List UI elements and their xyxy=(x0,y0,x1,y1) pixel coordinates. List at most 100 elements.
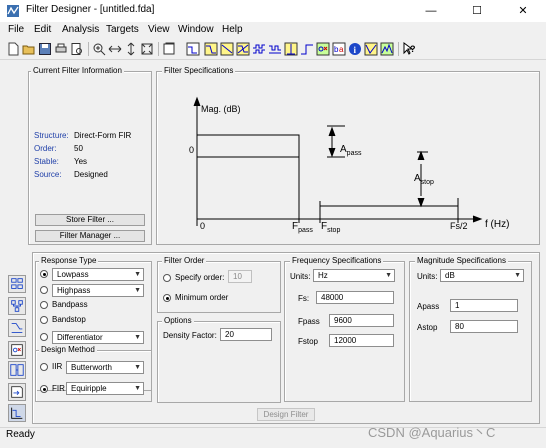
fstop-input[interactable]: 12000 xyxy=(329,334,394,347)
fir-radio[interactable] xyxy=(40,385,48,393)
bandstop-radio[interactable] xyxy=(40,316,48,324)
save-icon[interactable] xyxy=(38,42,52,56)
filter-manager-button[interactable]: Filter Manager ... xyxy=(35,230,145,242)
density-factor-label: Density Factor: xyxy=(163,331,217,340)
zero-db-label: 0 xyxy=(189,145,195,155)
realize-model-icon[interactable] xyxy=(8,319,26,337)
new-figure-icon[interactable] xyxy=(162,42,176,56)
differentiator-select[interactable]: Differentiator ▼ xyxy=(52,331,144,344)
quantize-icon[interactable] xyxy=(8,297,26,315)
phase-response-icon[interactable] xyxy=(220,42,234,56)
open-icon[interactable] xyxy=(22,42,36,56)
full-view-icon[interactable] xyxy=(140,42,154,56)
mag-units-value: dB xyxy=(445,271,455,280)
phase-delay-icon[interactable] xyxy=(268,42,282,56)
highpass-select[interactable]: Highpass ▼ xyxy=(52,284,144,297)
info-icon[interactable]: i xyxy=(348,42,362,56)
density-factor-input[interactable]: 20 xyxy=(220,328,272,341)
multirate-icon[interactable] xyxy=(8,361,26,379)
design-mode-icon[interactable] xyxy=(8,404,26,422)
zoom-in-icon[interactable] xyxy=(92,42,106,56)
new-icon[interactable] xyxy=(6,42,20,56)
astop-input[interactable]: 80 xyxy=(450,320,518,333)
svg-text:?: ? xyxy=(410,44,416,54)
apass-field-label: Apass xyxy=(417,302,440,311)
coefficients-icon[interactable]: ba xyxy=(332,42,346,56)
astop-label-main: A xyxy=(414,173,421,184)
group-delay-icon[interactable] xyxy=(252,42,266,56)
menu-window[interactable]: Window xyxy=(178,24,214,35)
fir-type-value: Equiripple xyxy=(71,384,107,393)
menu-help[interactable]: Help xyxy=(222,24,243,35)
chevron-down-icon: ▼ xyxy=(514,272,521,279)
filter-specs-icon[interactable] xyxy=(186,42,200,56)
differentiator-radio[interactable] xyxy=(40,333,48,341)
mag-units-select[interactable]: dB ▼ xyxy=(440,269,524,282)
menu-edit[interactable]: Edit xyxy=(34,24,51,35)
freq-units-value: Hz xyxy=(318,271,328,280)
order-value: 50 xyxy=(74,144,83,153)
lowpass-select-value: Lowpass xyxy=(57,270,89,279)
minimum-order-radio[interactable] xyxy=(163,294,171,302)
mag-axis-label: Mag. (dB) xyxy=(201,104,241,114)
pole-zero-icon[interactable] xyxy=(316,42,330,56)
noise-power-icon[interactable] xyxy=(380,42,394,56)
zoom-x-icon[interactable] xyxy=(108,42,122,56)
step-response-icon[interactable] xyxy=(300,42,314,56)
source-label: Source: xyxy=(34,170,62,179)
chevron-down-icon: ▼ xyxy=(134,385,141,392)
specify-order-radio[interactable] xyxy=(163,274,171,282)
print-preview-icon[interactable] xyxy=(70,42,84,56)
print-icon[interactable] xyxy=(54,42,68,56)
magnitude-estimate-icon[interactable] xyxy=(364,42,378,56)
fs-input[interactable]: 48000 xyxy=(316,291,394,304)
toolbar-separator xyxy=(88,42,89,56)
apass-input[interactable]: 1 xyxy=(450,299,518,312)
specify-order-label: Specify order: xyxy=(175,273,225,282)
lowpass-radio[interactable] xyxy=(40,270,48,278)
magnitude-response-icon[interactable] xyxy=(204,42,218,56)
bandpass-radio[interactable] xyxy=(40,301,48,309)
pole-zero-editor-icon[interactable] xyxy=(8,341,26,359)
iir-radio[interactable] xyxy=(40,363,48,371)
whats-this-icon[interactable]: ? xyxy=(402,42,416,56)
stable-label: Stable: xyxy=(34,157,59,166)
menu-view[interactable]: View xyxy=(148,24,170,35)
chevron-down-icon: ▼ xyxy=(134,287,141,294)
differentiator-select-value: Differentiator xyxy=(57,333,103,342)
freq-units-label: Units: xyxy=(290,272,311,281)
astop-label-sub: stop xyxy=(420,179,434,186)
source-value: Designed xyxy=(74,170,108,179)
minimize-button[interactable]: — xyxy=(408,0,454,22)
f-axis-label: f (Hz) xyxy=(485,219,510,230)
mag-phase-icon[interactable] xyxy=(236,42,250,56)
zero-freq-label: 0 xyxy=(200,221,206,231)
fpass-input[interactable]: 9600 xyxy=(329,314,394,327)
current-filter-title: Current Filter Information xyxy=(31,66,124,75)
fs2-label: Fs/2 xyxy=(450,221,468,231)
menu-analysis[interactable]: Analysis xyxy=(62,24,99,35)
bandpass-label: Bandpass xyxy=(52,300,88,309)
maximize-button[interactable]: ☐ xyxy=(454,0,500,22)
design-filter-button[interactable]: Design Filter xyxy=(257,408,315,421)
astop-label: Astop xyxy=(414,173,434,186)
zoom-y-icon[interactable] xyxy=(124,42,138,56)
freq-units-select[interactable]: Hz ▼ xyxy=(313,269,395,282)
store-filter-button[interactable]: Store Filter ... xyxy=(35,214,145,226)
iir-type-select[interactable]: Butterworth ▼ xyxy=(66,361,144,374)
fir-type-select[interactable]: Equiripple ▼ xyxy=(66,382,144,395)
structure-value: Direct-Form FIR xyxy=(74,131,132,140)
close-button[interactable]: ✕ xyxy=(500,0,546,22)
design-filter-mode-icon[interactable] xyxy=(8,275,26,293)
menu-file[interactable]: File xyxy=(8,24,24,35)
apass-label: Apass xyxy=(340,144,361,157)
highpass-radio[interactable] xyxy=(40,286,48,294)
iir-label: IIR xyxy=(52,362,63,371)
menu-targets[interactable]: Targets xyxy=(106,24,139,35)
lowpass-select[interactable]: Lowpass ▼ xyxy=(52,268,144,281)
impulse-response-icon[interactable] xyxy=(284,42,298,56)
svg-text:a: a xyxy=(339,45,344,54)
specify-order-input[interactable]: 10 xyxy=(228,270,252,283)
frequency-specs-panel xyxy=(284,261,405,402)
import-filter-icon[interactable] xyxy=(8,383,26,401)
